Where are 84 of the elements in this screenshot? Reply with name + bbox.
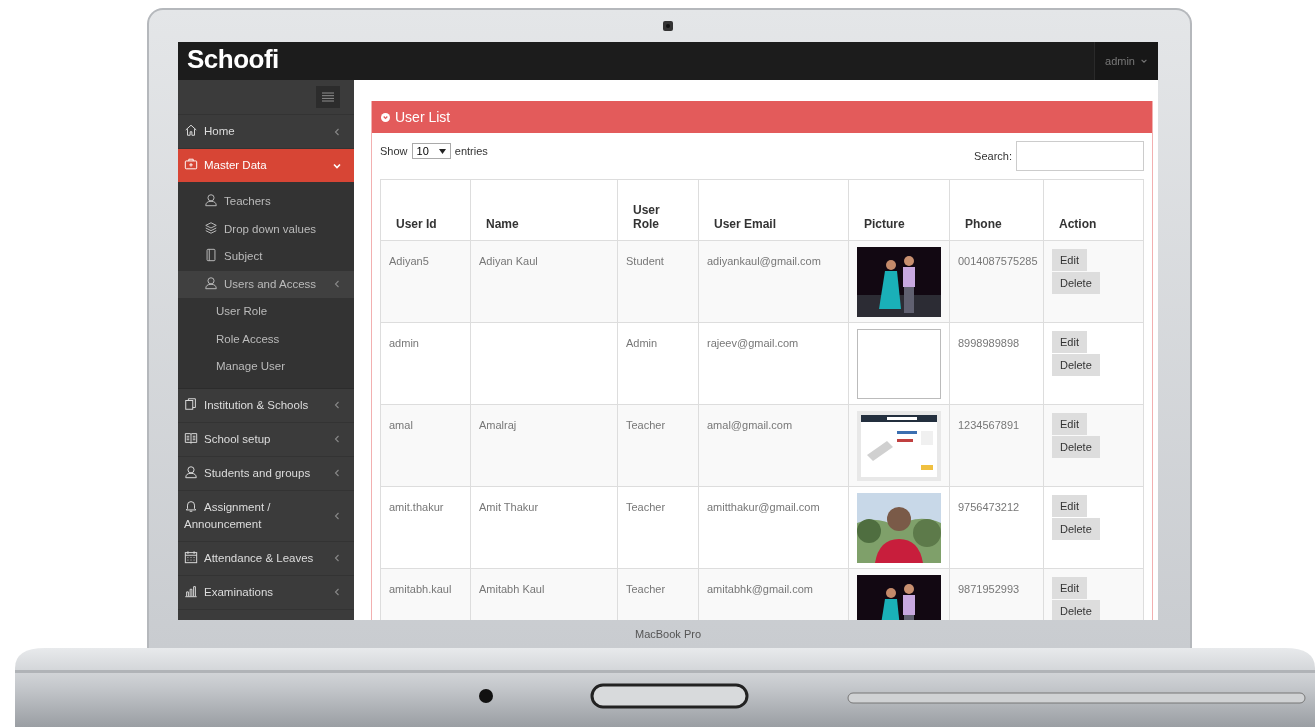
table-cell: Admin: [617, 322, 699, 405]
column-header: Name: [470, 179, 618, 241]
table-cell: Adiyan5: [380, 240, 471, 323]
menu-icon: [321, 90, 335, 104]
column-header: Picture: [848, 179, 950, 241]
document-icon: [184, 396, 198, 411]
rectangle-icon: [204, 248, 218, 263]
chevron-left-icon: [332, 587, 342, 597]
caret-icon: [1140, 57, 1148, 65]
table-cell: 1234567891: [949, 404, 1044, 487]
layers-icon: [204, 220, 218, 235]
edit-button[interactable]: Edit: [1052, 495, 1087, 517]
delete-button[interactable]: Delete: [1052, 600, 1100, 620]
calendar-icon: [184, 549, 198, 564]
table-cell: amitthakur@gmail.com: [698, 486, 849, 569]
user-icon: [204, 275, 218, 290]
table-cell: Teacher: [617, 404, 699, 487]
edit-button[interactable]: Edit: [1052, 577, 1087, 599]
table-cell: Amalraj: [470, 404, 618, 487]
search-field[interactable]: [1016, 141, 1144, 171]
sidebar-subitem[interactable]: Manage User: [178, 353, 354, 381]
chevron-left-icon: [332, 468, 342, 478]
sidebar-subitem[interactable]: Subject: [178, 243, 354, 271]
table-cell: amal: [380, 404, 471, 487]
table-cell: Amitabh Kaul: [470, 568, 618, 620]
circle-arrow-icon: [381, 112, 390, 122]
column-header: Phone: [949, 179, 1044, 241]
chevron-left-icon: [332, 279, 342, 290]
book-icon: [184, 430, 198, 445]
sidebar-subitem[interactable]: Teachers: [178, 188, 354, 216]
column-header: User Email: [698, 179, 849, 241]
table-cell: 9756473212: [949, 486, 1044, 569]
column-header: User Id: [380, 179, 471, 241]
table-cell: 8998989898: [949, 322, 1044, 405]
edit-button[interactable]: Edit: [1052, 413, 1087, 435]
sidebar-item[interactable]: Master Data: [178, 149, 354, 183]
delete-button[interactable]: Delete: [1052, 518, 1100, 540]
table-cell: amitabh.kaul: [380, 568, 471, 620]
user-menu[interactable]: admin: [1094, 42, 1158, 80]
table-cell: Student: [617, 240, 699, 323]
table-cell: adiyankaul@gmail.com: [698, 240, 849, 323]
table-cell: 0014087575285: [949, 240, 1044, 323]
bell-icon: [184, 498, 198, 513]
device-label: MacBook Pro: [635, 628, 701, 640]
sidebar-subitem[interactable]: Users and Access: [178, 270, 354, 298]
show-label: Show: [380, 145, 408, 157]
table-cell: rajeev@gmail.com: [698, 322, 849, 405]
sidebar-subitem[interactable]: Role Access: [178, 325, 354, 353]
sidebar-subitem[interactable]: User Role: [178, 298, 354, 326]
sidebar-subitem[interactable]: Drop down values: [178, 215, 354, 243]
table-cell: 9871952993: [949, 568, 1044, 620]
panel-title: User List: [395, 109, 451, 125]
chevron-left-icon: [332, 553, 342, 563]
delete-button[interactable]: Delete: [1052, 436, 1100, 458]
table-cell: amitabhk@gmail.com: [698, 568, 849, 620]
briefcase-icon: [184, 157, 198, 171]
delete-button[interactable]: Delete: [1052, 354, 1100, 376]
user-icon: [204, 193, 218, 208]
chevron-left-icon: [332, 510, 342, 521]
delete-button[interactable]: Delete: [1052, 272, 1100, 294]
entries-select[interactable]: 10: [411, 143, 451, 159]
logo: Schoofi: [186, 43, 279, 76]
table-cell: Adiyan Kaul: [470, 240, 618, 323]
table-cell: admin: [380, 322, 471, 405]
table-cell: Teacher: [617, 486, 699, 569]
home-icon: [184, 123, 198, 137]
camera-icon: [663, 21, 673, 31]
edit-button[interactable]: Edit: [1052, 331, 1087, 353]
chevron-left-icon: [332, 126, 342, 137]
column-header: Action: [1043, 179, 1144, 241]
table-cell: Amit Thakur: [470, 486, 618, 569]
caret-icon: [438, 148, 446, 154]
table-cell: Teacher: [617, 568, 699, 620]
chevron-left-icon: [332, 434, 342, 444]
menu-button[interactable]: [316, 86, 340, 108]
column-header: User Role: [617, 179, 699, 241]
edit-button[interactable]: Edit: [1052, 249, 1087, 271]
chevron-left-icon: [332, 400, 342, 410]
entries-label: entries: [454, 145, 488, 157]
user-icon: [184, 464, 198, 479]
table-cell: amit.thakur: [380, 486, 471, 569]
search-label: Search:: [974, 150, 1012, 162]
bar-chart-icon: [184, 583, 198, 598]
table-cell: amal@gmail.com: [698, 404, 849, 487]
